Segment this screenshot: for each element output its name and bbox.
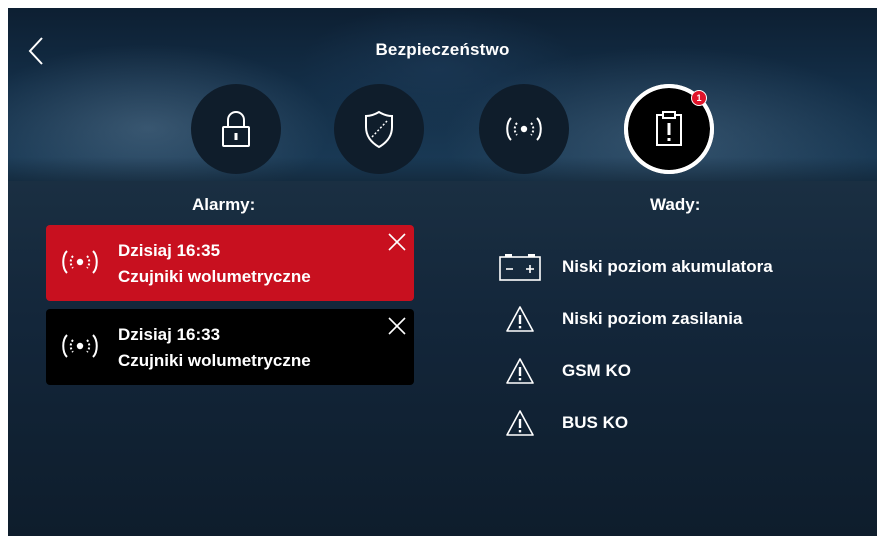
fault-item: BUS KO [498, 406, 858, 440]
alarm-time: Dzisiaj 16:33 [118, 325, 221, 344]
fault-text: Niski poziom zasilania [562, 309, 743, 328]
alarm-card[interactable]: Dzisiaj 16:35 Czujniki wolumetryczne [46, 225, 414, 301]
fault-item: GSM KO [498, 354, 858, 388]
fault-text: BUS KO [562, 413, 629, 432]
alarm-time: Dzisiaj 16:35 [118, 241, 221, 260]
alarms-heading: Alarmy: [192, 195, 256, 214]
fault-text: GSM KO [562, 361, 631, 380]
alarm-card[interactable]: Dzisiaj 16:33 Czujniki wolumetryczne [46, 309, 414, 385]
page-title: Bezpieczeństwo [375, 40, 510, 59]
sensor-icon [62, 334, 98, 358]
fault-item: Niski poziom akumulatora [498, 250, 858, 284]
fault-text: Niski poziom akumulatora [562, 257, 773, 276]
alarm-description: Czujniki wolumetryczne [118, 351, 311, 370]
alarm-description: Czujniki wolumetryczne [118, 267, 311, 286]
warning-icon [498, 354, 542, 388]
warning-icon [498, 302, 542, 336]
notification-badge: 1 [691, 90, 707, 106]
battery-icon [498, 250, 542, 284]
shield-icon [365, 110, 393, 149]
faults-heading: Wady: [650, 195, 701, 214]
close-icon[interactable] [386, 315, 408, 337]
clipboard-alert-icon [656, 111, 682, 146]
lock-icon [222, 111, 250, 147]
sensor-icon [506, 117, 542, 141]
tab-shield[interactable] [334, 84, 424, 174]
warning-icon [498, 406, 542, 440]
sensor-icon [62, 250, 98, 274]
security-screen: Bezpieczeństwo 1 Alarmy: Wady: Dzisiaj 1… [8, 8, 877, 536]
close-icon[interactable] [386, 231, 408, 253]
tab-lock[interactable] [191, 84, 281, 174]
fault-item: Niski poziom zasilania [498, 302, 858, 336]
tab-sensors[interactable] [479, 84, 569, 174]
header-background [8, 8, 877, 181]
